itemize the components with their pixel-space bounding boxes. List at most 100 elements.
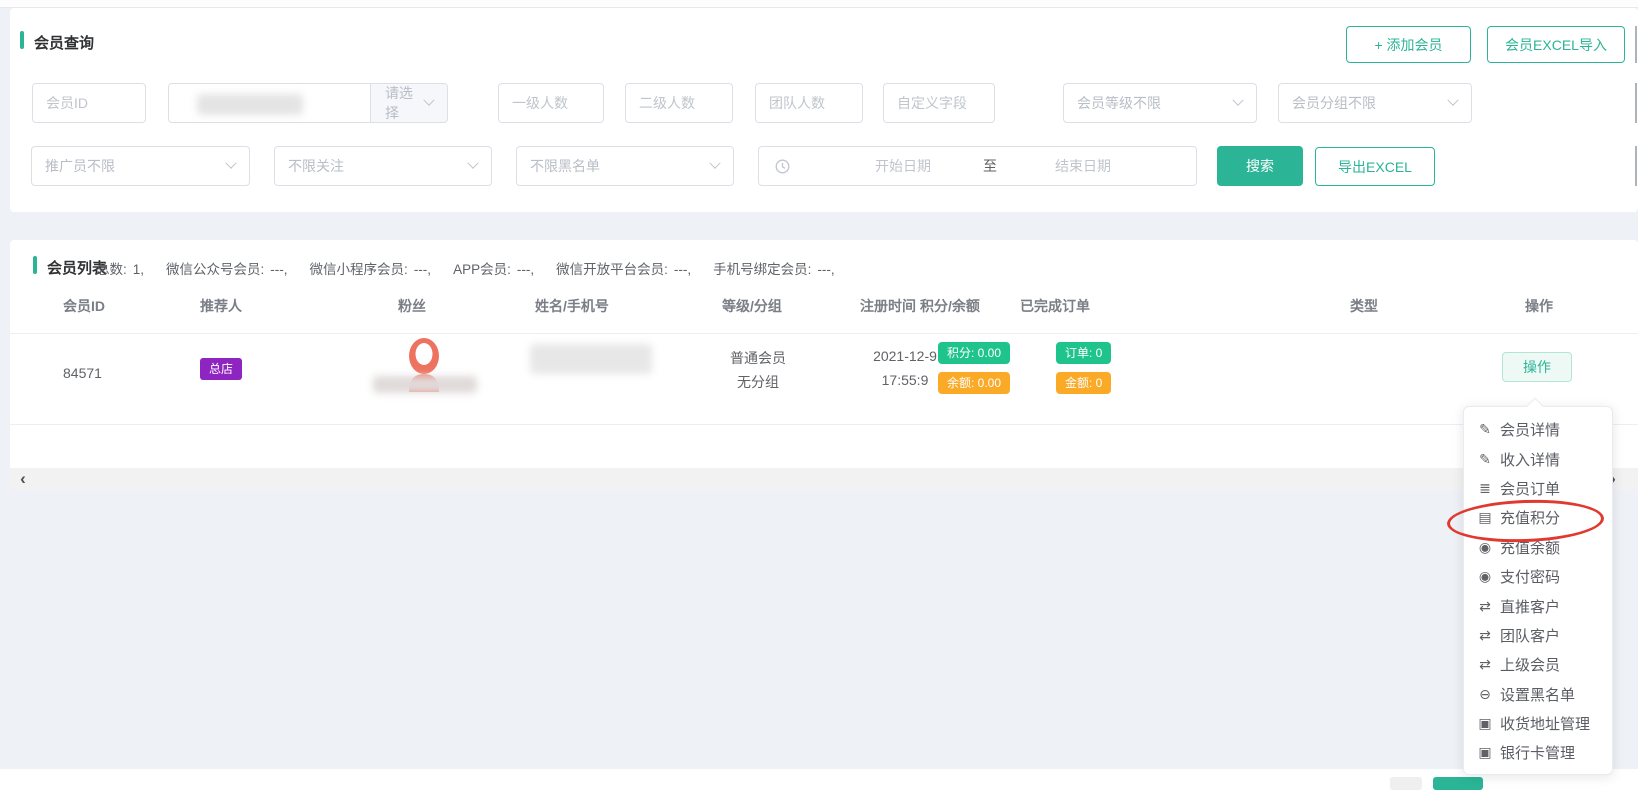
table-header-type: 类型 <box>1350 296 1378 316</box>
blacklist-value: 不限黑名单 <box>530 156 600 176</box>
menu-item-upline-member[interactable]: ⇄ 上级会员 <box>1464 650 1612 679</box>
stat-label: APP会员: <box>453 262 511 277</box>
action-dropdown-menu: ✎会员详情 ✎收入详情 ≣会员订单 ▤充值积分 ◉充值余额 ◉支付密码 ⇄直推客… <box>1463 406 1613 775</box>
table-header-action: 操作 <box>1525 296 1553 316</box>
menu-item-bank-card-management[interactable]: ▣银行卡管理 <box>1464 738 1612 767</box>
menu-item-label: 收货地址管理 <box>1500 713 1590 734</box>
menu-item-income-detail[interactable]: ✎ 收入详情 <box>1464 444 1612 473</box>
chevron-down-icon <box>709 158 720 169</box>
menu-item-label: 团队客户 <box>1500 625 1560 646</box>
redacted-fans-name-blur <box>373 376 477 393</box>
date-end-placeholder: 结束日期 <box>1055 156 1111 176</box>
stat-label: 手机号绑定会员: <box>713 262 811 277</box>
member-group-value: 会员分组不限 <box>1292 93 1376 113</box>
table-header-orders: 已完成订单 <box>1020 296 1090 316</box>
header-divider <box>10 333 1638 334</box>
menu-item-label: 上级会员 <box>1500 654 1560 675</box>
level2-count-input[interactable] <box>625 83 733 123</box>
member-group-select[interactable]: 会员分组不限 <box>1278 83 1472 123</box>
promoter-select[interactable]: 推广员不限 <box>31 146 250 186</box>
member-stats: 总数:1, 微信公众号会员:---, 微信小程序会员:---, APP会员:--… <box>96 258 857 278</box>
table-header-name-phone: 姓名/手机号 <box>535 296 609 316</box>
stat-value: ---, <box>517 262 534 277</box>
menu-item-pay-password[interactable]: ◉ 支付密码 <box>1464 562 1612 591</box>
add-member-button[interactable]: + 添加会员 <box>1346 26 1471 63</box>
orders-badge: 订单: 0 <box>1056 342 1111 364</box>
custom-field-input[interactable] <box>883 83 995 123</box>
table-header-member-id: 会员ID <box>63 296 105 316</box>
menu-item-label: 设置黑名单 <box>1500 684 1575 705</box>
menu-item-label: 会员订单 <box>1500 478 1560 499</box>
table-header-reg-time: 注册时间 <box>860 296 916 316</box>
transfer-icon: ⇄ <box>1475 598 1495 615</box>
menu-item-label: 收入详情 <box>1500 449 1560 470</box>
stat-value: 1, <box>133 262 144 277</box>
stat-value: ---, <box>817 262 834 277</box>
follow-value: 不限关注 <box>288 156 344 176</box>
clipped-content-edge <box>1635 146 1637 186</box>
keyword-type-select[interactable]: 请选择 <box>370 84 447 122</box>
menu-item-address-management[interactable]: ▣收货地址管理 <box>1464 709 1612 738</box>
page-top-divider <box>0 0 1638 8</box>
table-header-referrer: 推荐人 <box>200 296 242 316</box>
stat-label: 总数: <box>96 262 127 277</box>
block-icon: ⊖ <box>1475 686 1495 703</box>
menu-item-direct-customers[interactable]: ⇄ 直推客户 <box>1464 591 1612 620</box>
menu-item-set-blacklist[interactable]: ⊖ 设置黑名单 <box>1464 680 1612 709</box>
keyword-type-value: 请选择 <box>385 83 425 123</box>
table-header-level-group: 等级/分组 <box>722 296 782 316</box>
chevron-down-icon <box>225 158 236 169</box>
menu-item-label: 会员详情 <box>1500 419 1560 440</box>
menu-item-member-detail[interactable]: ✎会员详情 <box>1464 415 1612 444</box>
team-count-input[interactable] <box>755 83 863 123</box>
menu-item-member-orders[interactable]: ≣ 会员订单 <box>1464 474 1612 503</box>
member-id-cell: 84571 <box>63 365 102 381</box>
amount-badge: 金额: 0 <box>1056 372 1111 394</box>
chevron-down-icon <box>1447 95 1458 106</box>
partial-grey-button[interactable] <box>1390 777 1422 790</box>
stat-label: 微信小程序会员: <box>310 262 408 277</box>
partial-green-button[interactable] <box>1433 777 1483 790</box>
stat-value: ---, <box>414 262 431 277</box>
transfer-icon: ⇄ <box>1475 627 1495 644</box>
excel-import-button[interactable]: 会员EXCEL导入 <box>1487 26 1625 63</box>
scroll-left-icon[interactable]: ‹ <box>16 469 30 489</box>
date-to-label: 至 <box>983 156 997 176</box>
list-icon: ≣ <box>1475 480 1495 497</box>
truck-icon: ▣ <box>1475 744 1495 761</box>
chevron-down-icon <box>1232 95 1243 106</box>
table-header-fans: 粉丝 <box>398 296 426 316</box>
member-level-select[interactable]: 会员等级不限 <box>1063 83 1257 123</box>
export-excel-button[interactable]: 导出EXCEL <box>1315 147 1435 186</box>
menu-item-team-customers[interactable]: ⇄ 团队客户 <box>1464 621 1612 650</box>
edit-icon: ✎ <box>1475 451 1495 468</box>
money-icon: ◉ <box>1475 539 1495 556</box>
row-action-button[interactable]: 操作 <box>1502 352 1572 382</box>
clock-icon <box>775 159 790 174</box>
transfer-icon: ⇄ <box>1475 656 1495 673</box>
follow-select[interactable]: 不限关注 <box>274 146 492 186</box>
promoter-value: 推广员不限 <box>45 156 115 176</box>
menu-item-label: 直推客户 <box>1500 596 1560 617</box>
blacklist-select[interactable]: 不限黑名单 <box>516 146 734 186</box>
section-accent-bar <box>33 256 37 274</box>
clipped-content-edge <box>1635 26 1637 63</box>
horizontal-scrollbar[interactable]: ‹ › <box>10 468 1638 490</box>
date-range-picker[interactable]: 开始日期 至 结束日期 <box>758 146 1197 186</box>
stat-label: 微信开放平台会员: <box>556 262 668 277</box>
query-panel-title: 会员查询 <box>34 32 94 53</box>
money-icon: ◉ <box>1475 568 1495 585</box>
date-start-placeholder: 开始日期 <box>875 156 931 176</box>
referrer-badge: 总店 <box>200 358 242 380</box>
query-panel: 会员查询 + 添加会员 会员EXCEL导入 请选择 会员等级不限 会员分组不限 … <box>10 8 1638 212</box>
redacted-name-phone-blur <box>530 344 652 374</box>
level1-count-input[interactable] <box>498 83 604 123</box>
menu-item-label: 支付密码 <box>1500 566 1560 587</box>
member-list-panel: 会员列表 总数:1, 微信公众号会员:---, 微信小程序会员:---, APP… <box>10 240 1638 490</box>
member-id-input[interactable] <box>32 83 146 123</box>
search-button[interactable]: 搜索 <box>1217 146 1303 186</box>
clipped-content-edge <box>1635 83 1637 123</box>
redacted-keyword-blur <box>197 94 303 115</box>
keyword-input-group: 请选择 <box>168 83 448 123</box>
row-divider <box>10 424 1638 425</box>
